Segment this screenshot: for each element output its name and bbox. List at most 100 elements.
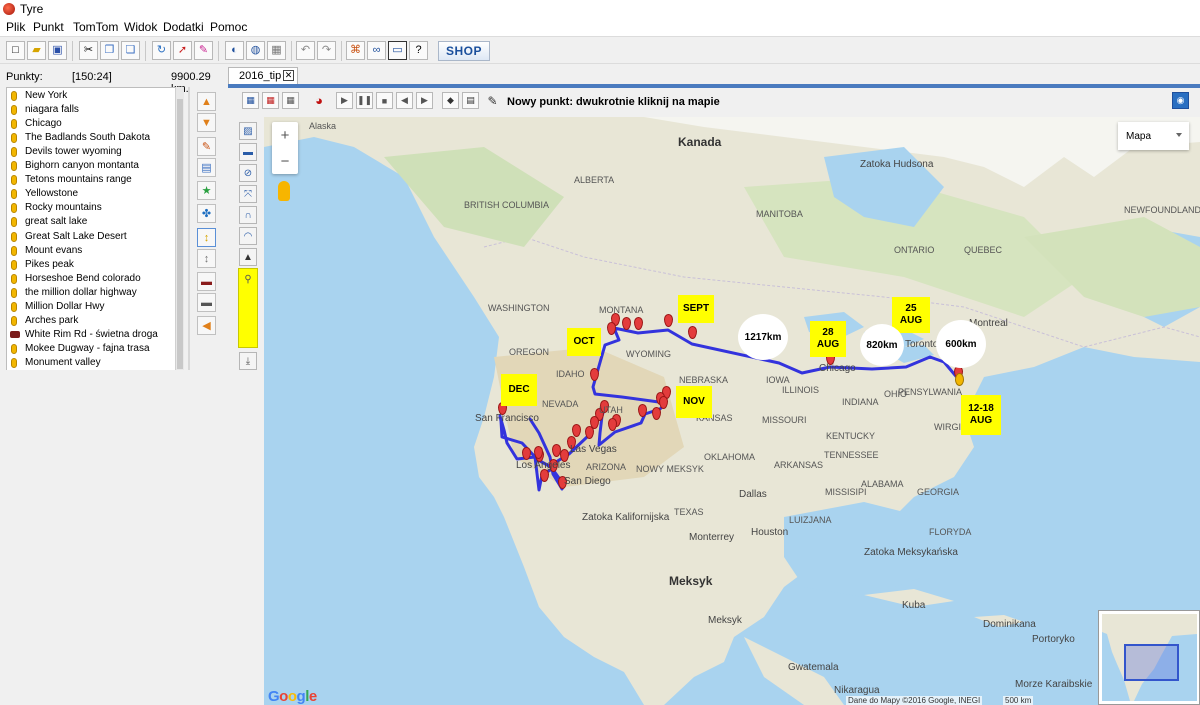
list-item[interactable]: the million dollar highway <box>7 286 183 300</box>
fullscreen-icon[interactable]: ⤧ <box>239 185 257 203</box>
street-view-pegman-icon[interactable] <box>278 181 290 201</box>
no-entry-icon[interactable]: ⊘ <box>239 164 257 182</box>
undo-icon[interactable]: ↶ <box>296 41 315 60</box>
puzzle-icon[interactable]: ✤ <box>197 204 216 223</box>
search-icon[interactable]: ⚲ <box>239 270 257 288</box>
list-item[interactable]: Rocky mountains <box>7 201 183 215</box>
map-settings-icon[interactable]: ◉ <box>1172 92 1189 109</box>
list-item[interactable]: New York <box>7 89 183 103</box>
menu-point[interactable]: Punkt <box>33 20 64 34</box>
open-folder-icon[interactable]: ▰ <box>27 41 46 60</box>
save-icon[interactable]: ▣ <box>48 41 67 60</box>
help-icon[interactable]: ? <box>409 41 428 60</box>
list-item[interactable]: Monument valley <box>7 356 183 370</box>
pin-tool-icon[interactable]: ✎ <box>194 41 213 60</box>
vehicle-icon[interactable]: ▬ <box>197 293 216 312</box>
menu-bar: Plik Punkt TomTom Widok Dodatki Pomoc <box>0 18 1200 36</box>
start-pin-icon[interactable] <box>955 373 964 386</box>
new-point-icon[interactable]: ✎ <box>484 92 501 109</box>
list-item[interactable]: White Rim Rd - świetna droga <box>7 328 183 342</box>
next-icon[interactable]: ▶ <box>416 92 433 109</box>
overview-viewport[interactable] <box>1124 644 1179 681</box>
pause-icon[interactable]: ❚❚ <box>356 92 373 109</box>
list-item[interactable]: Mount evans <box>7 244 183 258</box>
tab-2016-tip[interactable]: 2016_tip ✕ <box>228 67 298 84</box>
map-label: TEXAS <box>674 507 704 517</box>
star-icon[interactable]: ★ <box>197 181 216 200</box>
settings-icon[interactable]: ▦ <box>267 41 286 60</box>
shop-button[interactable]: SHOP <box>438 41 490 61</box>
move-down-icon[interactable]: ▼ <box>197 113 216 132</box>
car-icon[interactable]: ▬ <box>197 272 216 291</box>
monitor-icon[interactable]: ▬ <box>239 143 257 161</box>
export-icon[interactable]: ➚ <box>173 41 192 60</box>
download-icon[interactable]: ⤓ <box>239 352 257 370</box>
list-item[interactable]: Arches park <box>7 314 183 328</box>
map-type-select[interactable]: Mapa <box>1118 122 1189 150</box>
redo-icon[interactable]: ↷ <box>317 41 336 60</box>
list-item[interactable]: The Badlands South Dakota <box>7 131 183 145</box>
print-icon[interactable]: ▤ <box>462 92 479 109</box>
previous-icon[interactable]: ◀ <box>396 92 413 109</box>
map-label: Dominikana <box>983 619 1036 630</box>
speaker-icon[interactable]: ◀ <box>197 316 216 335</box>
pin-icon <box>11 161 17 172</box>
list-item[interactable]: Horseshoe Bend colorado <box>7 272 183 286</box>
map-label: ARIZONA <box>586 462 627 472</box>
list-item-label: great salt lake <box>25 216 88 228</box>
magnet-icon[interactable]: ∩ <box>239 206 257 224</box>
menu-file[interactable]: Plik <box>6 20 25 34</box>
cut-icon[interactable]: ✂ <box>79 41 98 60</box>
refresh-icon[interactable]: ↻ <box>152 41 171 60</box>
calculator-red-icon[interactable]: ▦ <box>262 92 279 109</box>
date-label: DEC <box>501 374 537 406</box>
window-icon[interactable]: ▭ <box>388 41 407 60</box>
menu-view[interactable]: Widok <box>124 20 157 34</box>
play-icon[interactable]: ▶ <box>336 92 353 109</box>
calculator-icon[interactable]: ▦ <box>242 92 259 109</box>
list-item[interactable]: Devils tower wyoming <box>7 145 183 159</box>
move-up-icon[interactable]: ▲ <box>197 92 216 111</box>
paste-icon[interactable]: ❏ <box>121 41 140 60</box>
list-item[interactable]: Pikes peak <box>7 258 183 272</box>
grid-icon[interactable]: ▦ <box>282 92 299 109</box>
route-icon[interactable]: ⌘ <box>346 41 365 60</box>
menu-tomtom[interactable]: TomTom <box>73 20 118 34</box>
list-item[interactable]: Million Dollar Hwy <box>7 300 183 314</box>
zoom-in-button[interactable]: + <box>272 122 298 148</box>
list-item[interactable]: niagara falls <box>7 103 183 117</box>
list-item[interactable]: Bighorn canyon montanta <box>7 159 183 173</box>
points-scrollbar[interactable] <box>175 87 184 370</box>
list-item[interactable]: great salt lake <box>7 215 183 229</box>
globe-icon[interactable]: ◐ <box>225 41 244 60</box>
edit-point-icon[interactable]: ✎ <box>197 137 216 156</box>
document-icon[interactable]: ▤ <box>197 158 216 177</box>
map-view[interactable]: Kanada Meksyk Alaska ALBERTA BRITISH COLUMBI… <box>264 117 1200 705</box>
sort-icon[interactable]: ↕ <box>197 249 216 268</box>
list-item-label: Mokee Dugway - fajna trasa <box>25 342 150 354</box>
list-item[interactable]: Mokee Dugway - fajna trasa <box>7 342 183 356</box>
binoculars-icon[interactable]: ∞ <box>367 41 386 60</box>
road-icon[interactable]: ▲ <box>239 248 257 266</box>
menu-help[interactable]: Pomoc <box>210 20 247 34</box>
list-item[interactable]: Great Salt Lake Desert <box>7 230 183 244</box>
list-item[interactable]: Chicago <box>7 117 183 131</box>
list-item[interactable]: Tetons mountains range <box>7 173 183 187</box>
network-icon[interactable]: ◍ <box>246 41 265 60</box>
map-attribution[interactable]: Dane do Mapy ©2016 Google, INEGI <box>846 696 983 705</box>
map-label: Kuba <box>902 600 926 611</box>
map-label: Portoryko <box>1032 634 1075 645</box>
map-layers-icon[interactable]: ▨ <box>239 122 257 140</box>
stop-icon[interactable]: ■ <box>376 92 393 109</box>
motorbike-icon[interactable]: ◕ <box>305 92 333 109</box>
close-tab-icon[interactable]: ✕ <box>283 70 294 81</box>
eraser-icon[interactable]: ◆ <box>442 92 459 109</box>
menu-extras[interactable]: Dodatki <box>163 20 204 34</box>
pin-icon[interactable]: ↕ <box>197 228 216 247</box>
new-file-icon[interactable]: □ <box>6 41 25 60</box>
rss-icon[interactable]: ◠ <box>239 227 257 245</box>
list-item[interactable]: Yellowstone <box>7 187 183 201</box>
zoom-out-button[interactable]: − <box>272 148 298 174</box>
copy-icon[interactable]: ❐ <box>100 41 119 60</box>
overview-map[interactable] <box>1098 610 1200 705</box>
